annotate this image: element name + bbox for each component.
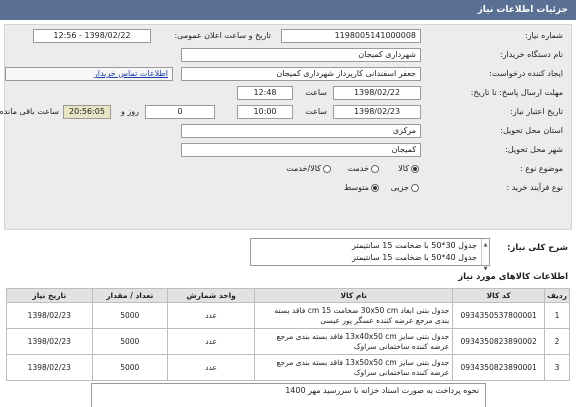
cell-date: 1398/02/23 bbox=[6, 328, 93, 355]
province-label: استان محل تحویل: bbox=[500, 126, 563, 135]
description-scrollbar[interactable]: ▲ ▼ bbox=[481, 239, 489, 272]
cell-unit: عدد bbox=[166, 354, 256, 381]
row-need-number: شماره نیاز: 1198005141000008 تاریخ و ساع… bbox=[3, 29, 571, 45]
announce-label: تاریخ و ساعت اعلان عمومی: bbox=[174, 31, 271, 40]
table-row: 1 0934350537800001 جدول بتنی ابعاد 30x50… bbox=[6, 302, 570, 329]
row-city: شهر محل تحویل: کمیجان bbox=[3, 143, 571, 159]
need-info-panel: شماره نیاز: 1198005141000008 تاریخ و ساع… bbox=[0, 24, 572, 230]
cell-index: 2 bbox=[544, 328, 570, 355]
category-option-service[interactable]: خدمت bbox=[348, 164, 381, 173]
validity-date-field: 1398/02/23 bbox=[333, 105, 421, 119]
cell-code: 0934350537800001 bbox=[452, 302, 546, 329]
creator-field: جعفر اسفندانی کارپرداز شهرداری کمیجان bbox=[181, 67, 421, 81]
col-name: نام کالا bbox=[254, 288, 454, 303]
cell-qty: 5000 bbox=[91, 354, 168, 381]
validity-time-label: ساعت bbox=[305, 107, 327, 116]
radio-checked-icon[interactable] bbox=[411, 164, 419, 173]
col-index: ردیف bbox=[544, 288, 570, 303]
row-province: استان محل تحویل: مرکزی bbox=[3, 124, 571, 140]
category-option-goods[interactable]: کالا bbox=[398, 164, 421, 173]
buyer-label: نام دستگاه خریدار: bbox=[500, 50, 563, 59]
send-time-field: 12:48 bbox=[237, 86, 293, 100]
cell-name: جدول بتنی ابعاد 30x50 cm ضخامت 15 cm فاق… bbox=[254, 302, 454, 329]
category-option-both[interactable]: کالا/خدمت bbox=[286, 164, 333, 173]
province-field: مرکزی bbox=[181, 124, 421, 138]
days-field: 0 bbox=[145, 105, 215, 119]
city-label: شهر محل تحویل: bbox=[505, 145, 563, 154]
col-qty: تعداد / مقدار bbox=[91, 288, 168, 303]
col-code: کد کالا bbox=[452, 288, 546, 303]
row-buyer: نام دستگاه خریدار: شهرداری کمیجان bbox=[3, 48, 571, 64]
radio-unchecked-icon[interactable] bbox=[323, 164, 331, 173]
need-number-field: 1198005141000008 bbox=[281, 29, 421, 43]
city-field: کمیجان bbox=[181, 143, 421, 157]
cell-unit: عدد bbox=[166, 302, 256, 329]
description-line-1: جدول 30*50 با ضخامت 15 سانتیمتر bbox=[352, 241, 477, 250]
row-process: نوع فرآیند خرید : جزیی متوسط bbox=[3, 181, 571, 197]
remaining-label: ساعت باقی مانده bbox=[0, 107, 59, 116]
creator-label: ایجاد کننده درخواست: bbox=[489, 69, 563, 78]
cell-name: جدول بتنی سایز 13x50x50 cm فاقد بسته بند… bbox=[254, 354, 454, 381]
send-date-field: 1398/02/22 bbox=[333, 86, 421, 100]
buyer-note-text: نحوه پرداخت به صورت اسناد خزانه با سررسی… bbox=[285, 386, 479, 395]
process-option-minor[interactable]: جزیی bbox=[391, 183, 421, 192]
category-label: موضوع نوع : bbox=[519, 164, 563, 173]
page-header: جزئیات اطلاعات نیاز bbox=[0, 0, 576, 20]
cell-unit: عدد bbox=[166, 328, 256, 355]
goods-table: ردیف کد کالا نام کالا واحد شمارش تعداد /… bbox=[6, 288, 570, 381]
send-time-label: ساعت bbox=[305, 88, 327, 97]
radio-checked-icon[interactable] bbox=[371, 183, 379, 192]
cell-index: 1 bbox=[544, 302, 570, 329]
row-send-deadline: مهلت ارسال پاسخ: تا تاریخ: 1398/02/22 سا… bbox=[3, 86, 571, 102]
col-date: تاریخ نیاز bbox=[6, 288, 93, 303]
need-number-label: شماره نیاز: bbox=[525, 31, 563, 40]
description-line-2: جدول 40*50 با ضخامت 15 سانتیمتر bbox=[352, 253, 477, 262]
cell-code: 0934350823890001 bbox=[452, 354, 546, 381]
cell-code: 0934350823890002 bbox=[452, 328, 546, 355]
days-label: روز و bbox=[121, 107, 139, 116]
cell-date: 1398/02/23 bbox=[6, 354, 93, 381]
row-category: موضوع نوع : کالا خدمت کالا/خدمت bbox=[3, 162, 571, 178]
radio-unchecked-icon[interactable] bbox=[411, 183, 419, 192]
table-row: 3 0934350823890001 جدول بتنی سایز 13x50x… bbox=[6, 354, 570, 381]
buyer-field: شهرداری کمیجان bbox=[181, 48, 421, 62]
validity-time-field: 10:00 bbox=[237, 105, 293, 119]
description-box[interactable]: جدول 30*50 با ضخامت 15 سانتیمتر جدول 40*… bbox=[250, 238, 490, 272]
cell-qty: 5000 bbox=[91, 302, 168, 329]
cell-date: 1398/02/23 bbox=[6, 302, 93, 329]
buyer-note: نحوه پرداخت به صورت اسناد خزانه با سررسی… bbox=[91, 383, 486, 407]
cell-index: 3 bbox=[544, 354, 570, 381]
process-label: نوع فرآیند خرید : bbox=[506, 183, 563, 192]
col-unit: واحد شمارش bbox=[166, 288, 256, 303]
cell-name: جدول بتنی سایز 13x40x50 cm فاقد بسته بند… bbox=[254, 328, 454, 355]
goods-header-row: ردیف کد کالا نام کالا واحد شمارش تعداد /… bbox=[6, 288, 570, 303]
announce-field: 1398/02/22 - 12:56 bbox=[33, 29, 151, 43]
contact-box[interactable]: اطلاعات تماس خریدار bbox=[5, 67, 173, 81]
send-deadline-label: مهلت ارسال پاسخ: تا تاریخ: bbox=[470, 88, 563, 97]
validity-label: تاریخ اعتبار نیاز: bbox=[510, 107, 563, 116]
contact-link[interactable]: اطلاعات تماس خریدار bbox=[94, 69, 168, 78]
table-row: 2 0934350823890002 جدول بتنی سایز 13x40x… bbox=[6, 328, 570, 355]
row-creator: ایجاد کننده درخواست: جعفر اسفندانی کارپر… bbox=[3, 67, 571, 83]
radio-unchecked-icon[interactable] bbox=[371, 164, 379, 173]
remaining-time-field: 20:56:05 bbox=[63, 105, 111, 119]
cell-qty: 5000 bbox=[91, 328, 168, 355]
description-label: شرح کلی نیاز: bbox=[507, 243, 568, 253]
goods-title: اطلاعات کالاهای مورد نیاز bbox=[458, 272, 568, 282]
process-option-medium[interactable]: متوسط bbox=[344, 183, 381, 192]
